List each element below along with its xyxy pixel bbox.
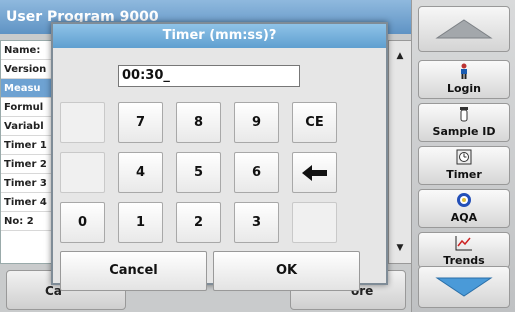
blank-key <box>292 202 337 243</box>
triangle-down-icon <box>435 277 493 297</box>
sidebar: Login Sample ID Timer AQA Trends <box>411 0 515 312</box>
triangle-up-icon <box>435 19 493 39</box>
backspace-key[interactable] <box>292 152 337 193</box>
key-2[interactable]: 2 <box>176 202 221 243</box>
key-7[interactable]: 7 <box>118 102 163 143</box>
scroll-down-button[interactable] <box>418 266 510 308</box>
clear-entry-key[interactable]: CE <box>292 102 337 143</box>
sample-vial-icon <box>419 106 509 124</box>
blank-key <box>60 152 105 193</box>
key-3[interactable]: 3 <box>234 202 279 243</box>
login-button[interactable]: Login <box>418 60 510 99</box>
key-9[interactable]: 9 <box>234 102 279 143</box>
cancel-button[interactable]: Cancel <box>60 251 207 291</box>
scroll-up-button[interactable] <box>418 6 510 52</box>
timer-button[interactable]: Timer <box>418 146 510 185</box>
blank-key <box>60 102 105 143</box>
scroll-up-icon[interactable]: ▲ <box>389 45 411 67</box>
aqa-icon <box>419 192 509 210</box>
sample-id-button[interactable]: Sample ID <box>418 103 510 142</box>
timer-input[interactable]: 00:30_ <box>118 65 300 87</box>
timer-dialog: Timer (mm:ss)? 00:30_ 7 8 9 CE 4 5 6 0 1… <box>51 22 388 291</box>
list-scrollbar[interactable]: ▲ ▼ <box>388 40 412 264</box>
scroll-down-icon[interactable]: ▼ <box>389 237 411 259</box>
person-icon <box>419 63 509 81</box>
key-8[interactable]: 8 <box>176 102 221 143</box>
key-6[interactable]: 6 <box>234 152 279 193</box>
key-1[interactable]: 1 <box>118 202 163 243</box>
trends-chart-icon <box>419 235 509 253</box>
aqa-button[interactable]: AQA <box>418 189 510 228</box>
ok-button[interactable]: OK <box>213 251 360 291</box>
key-0[interactable]: 0 <box>60 202 105 243</box>
key-4[interactable]: 4 <box>118 152 163 193</box>
key-5[interactable]: 5 <box>176 152 221 193</box>
trends-button[interactable]: Trends <box>418 232 510 268</box>
arrow-left-icon <box>301 164 327 181</box>
dialog-title: Timer (mm:ss)? <box>53 24 386 48</box>
timer-icon <box>419 149 509 167</box>
